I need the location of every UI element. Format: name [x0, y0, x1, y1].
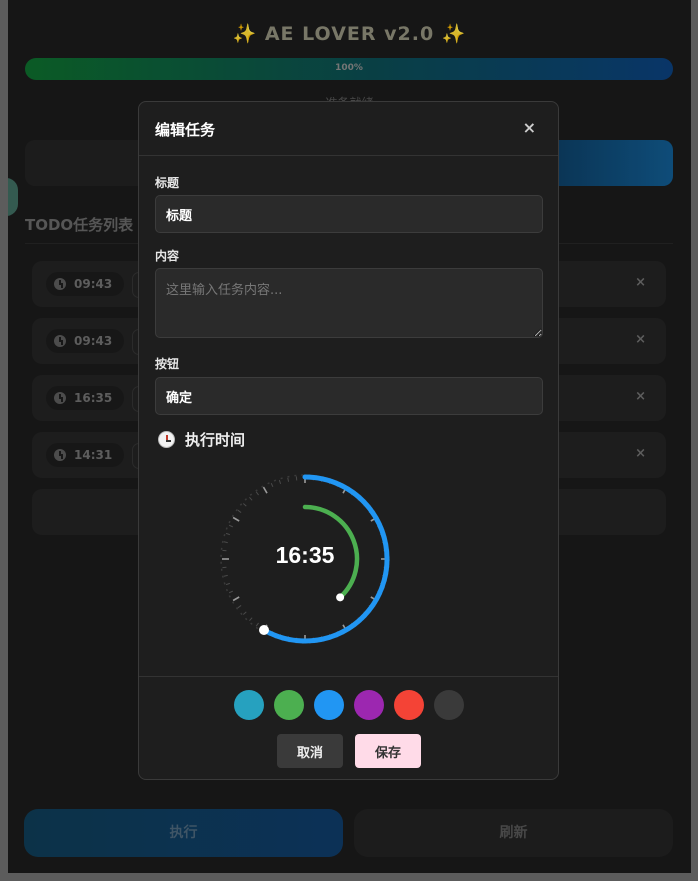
dial-tick [262, 486, 268, 494]
color-swatch[interactable] [274, 690, 304, 720]
dial-tick [255, 491, 259, 496]
title-label: 标题 [155, 176, 180, 190]
cancel-button[interactable]: 取消 [277, 734, 343, 768]
dial-tick [249, 496, 253, 501]
edit-task-dialog: 编辑任务 × 标题 内容 按钮 执行时间 16:35 取消 保存 [138, 101, 559, 780]
dialog-footer: 取消 保存 [139, 676, 558, 779]
dial-tick [249, 617, 253, 622]
color-swatch[interactable] [354, 690, 384, 720]
hour-handle [336, 593, 345, 602]
dial-tick [270, 482, 274, 488]
button-text-input[interactable] [155, 377, 543, 415]
content-label: 内容 [155, 249, 180, 263]
dial-tick [237, 509, 242, 513]
dial-tick [228, 524, 234, 528]
color-swatch[interactable] [434, 690, 464, 720]
dial-tick [223, 574, 228, 577]
save-button[interactable]: 保存 [355, 734, 421, 768]
dial-tick [225, 582, 231, 586]
color-swatch[interactable] [314, 690, 344, 720]
title-input[interactable] [155, 195, 543, 233]
close-icon[interactable]: × [523, 118, 536, 137]
dial-tick [278, 479, 282, 485]
exec-time-label: 执行时间 [185, 431, 246, 449]
dial-tick [237, 605, 242, 609]
dialog-header: 编辑任务 × [139, 102, 558, 156]
dial-tick [255, 622, 259, 627]
color-swatches [234, 690, 464, 720]
dialog-title: 编辑任务 [155, 121, 216, 139]
dial-tick [225, 532, 231, 536]
dial-tick [232, 596, 240, 602]
color-swatch[interactable] [234, 690, 264, 720]
color-swatch[interactable] [394, 690, 424, 720]
dial-tick [228, 590, 234, 594]
button-label: 按钮 [155, 357, 180, 371]
dial-tick [242, 503, 247, 507]
clock-icon [158, 431, 175, 448]
content-textarea[interactable] [155, 268, 543, 338]
dial-tick [287, 477, 290, 482]
dial-tick [242, 611, 247, 615]
exec-time-header: 执行时间 [158, 429, 245, 450]
minute-handle [259, 625, 269, 636]
time-display: 16:35 [275, 542, 335, 568]
dial-tick [232, 516, 240, 522]
